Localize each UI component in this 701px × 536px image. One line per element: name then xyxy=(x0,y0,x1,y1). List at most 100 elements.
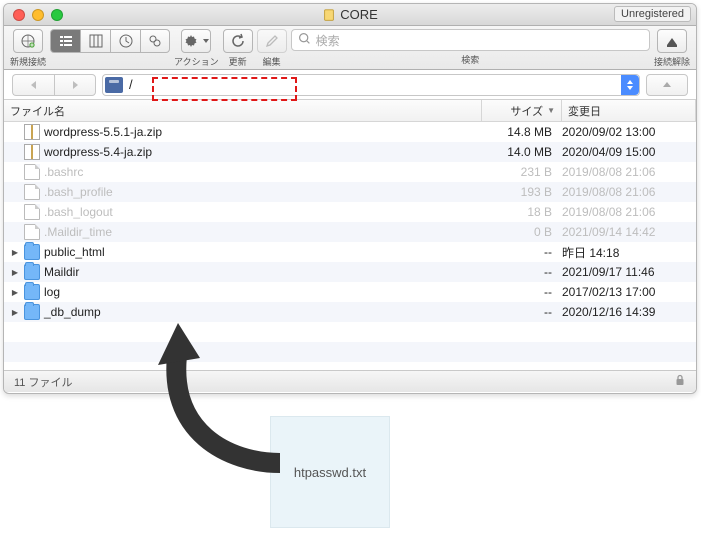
file-icon xyxy=(24,164,40,180)
col-name[interactable]: ファイル名 xyxy=(4,100,482,121)
action-menu-button[interactable] xyxy=(181,29,211,53)
file-row[interactable]: ▶ Maildir--2021/09/17 11:46 xyxy=(4,262,696,282)
disclosure-triangle-icon[interactable]: ▶ xyxy=(10,248,20,257)
file-size: 231 B xyxy=(482,165,562,179)
edit-label: 編集 xyxy=(263,55,281,68)
sort-desc-icon: ▼ xyxy=(547,106,555,115)
file-name: public_html xyxy=(44,245,482,259)
disclosure-triangle-icon[interactable]: ▶ xyxy=(10,308,20,317)
file-row[interactable]: wordpress-5.4-ja.zip14.0 MB2020/04/09 15… xyxy=(4,142,696,162)
file-name: Maildir xyxy=(44,265,482,279)
search-icon xyxy=(298,32,311,48)
file-name: .Maildir_time xyxy=(44,225,482,239)
file-name: .bash_profile xyxy=(44,185,482,199)
file-date: 2017/02/13 17:00 xyxy=(562,285,696,299)
view-list-button[interactable] xyxy=(50,29,80,53)
file-name: wordpress-5.5.1-ja.zip xyxy=(44,125,482,139)
file-size: -- xyxy=(482,245,562,259)
annotation-file-note: htpasswd.txt xyxy=(270,416,390,528)
lock-icon xyxy=(674,374,686,389)
zip-icon xyxy=(24,144,40,160)
file-date: 昨日 14:18 xyxy=(562,244,696,261)
file-row[interactable]: .Maildir_time0 B2021/09/14 14:42 xyxy=(4,222,696,242)
path-field[interactable]: / xyxy=(102,74,640,96)
disclosure-triangle-icon[interactable]: ▶ xyxy=(10,288,20,297)
folder-icon xyxy=(24,284,40,300)
window-title: CORE xyxy=(4,7,696,22)
file-row[interactable]: .bash_profile193 B2019/08/08 21:06 xyxy=(4,182,696,202)
nav-forward-button[interactable] xyxy=(54,74,96,96)
view-history-button[interactable] xyxy=(110,29,140,53)
volume-icon xyxy=(105,77,123,93)
file-date: 2020/12/16 14:39 xyxy=(562,305,696,319)
file-row[interactable]: ▶ _db_dump--2020/12/16 14:39 xyxy=(4,302,696,322)
file-size: 18 B xyxy=(482,205,562,219)
zip-icon xyxy=(24,124,40,140)
new-connection-button[interactable] xyxy=(13,29,43,53)
file-name: .bashrc xyxy=(44,165,482,179)
zoom-window-button[interactable] xyxy=(51,9,63,21)
folder-icon xyxy=(24,304,40,320)
path-bar: / xyxy=(4,70,696,100)
search-input[interactable]: 検索 xyxy=(291,29,650,51)
folder-icon xyxy=(24,244,40,260)
col-size[interactable]: サイズ▼ xyxy=(482,100,562,121)
unregistered-badge: Unregistered xyxy=(614,6,691,22)
nav-up-button[interactable] xyxy=(646,74,688,96)
file-size: 193 B xyxy=(482,185,562,199)
file-date: 2019/08/08 21:06 xyxy=(562,185,696,199)
file-name: _db_dump xyxy=(44,305,482,319)
col-date[interactable]: 変更日 xyxy=(562,100,696,121)
folder-icon xyxy=(24,264,40,280)
column-headers: ファイル名 サイズ▼ 変更日 xyxy=(4,100,696,122)
file-date: 2020/09/02 13:00 xyxy=(562,125,696,139)
file-icon xyxy=(24,204,40,220)
file-date: 2021/09/17 11:46 xyxy=(562,265,696,279)
path-dropdown-icon[interactable] xyxy=(621,75,639,95)
path-value: / xyxy=(129,77,133,92)
disconnect-button[interactable] xyxy=(657,29,687,53)
file-date: 2021/09/14 14:42 xyxy=(562,225,696,239)
file-size: 0 B xyxy=(482,225,562,239)
note-filename: htpasswd.txt xyxy=(294,465,366,480)
file-size: -- xyxy=(482,265,562,279)
refresh-label: 更新 xyxy=(229,55,247,68)
file-row[interactable]: ▶ public_html--昨日 14:18 xyxy=(4,242,696,262)
status-count: 11 ファイル xyxy=(14,374,72,390)
file-date: 2020/04/09 15:00 xyxy=(562,145,696,159)
titlebar: CORE Unregistered xyxy=(4,4,696,26)
file-row[interactable]: .bashrc231 B2019/08/08 21:06 xyxy=(4,162,696,182)
view-column-button[interactable] xyxy=(80,29,110,53)
file-size: -- xyxy=(482,305,562,319)
toolbar: 新規接続 アクション xyxy=(4,26,696,70)
nav-back-button[interactable] xyxy=(12,74,54,96)
close-window-button[interactable] xyxy=(13,9,25,21)
app-window: CORE Unregistered 新規接続 xyxy=(3,3,697,394)
edit-button[interactable] xyxy=(257,29,287,53)
search-placeholder: 検索 xyxy=(316,32,340,49)
action-label: アクション xyxy=(174,55,219,68)
file-size: -- xyxy=(482,285,562,299)
new-connection-label: 新規接続 xyxy=(10,55,46,68)
file-list[interactable]: wordpress-5.5.1-ja.zip14.8 MB2020/09/02 … xyxy=(4,122,696,370)
file-size: 14.0 MB xyxy=(482,145,562,159)
file-row[interactable]: ▶ log--2017/02/13 17:00 xyxy=(4,282,696,302)
app-icon xyxy=(322,8,336,22)
file-size: 14.8 MB xyxy=(482,125,562,139)
file-name: wordpress-5.4-ja.zip xyxy=(44,145,482,159)
status-bar: 11 ファイル xyxy=(4,370,696,392)
file-name: .bash_logout xyxy=(44,205,482,219)
file-row[interactable]: .bash_logout18 B2019/08/08 21:06 xyxy=(4,202,696,222)
file-icon xyxy=(24,224,40,240)
empty-row xyxy=(4,322,696,342)
disclosure-triangle-icon[interactable]: ▶ xyxy=(10,268,20,277)
view-sync-button[interactable] xyxy=(140,29,170,53)
file-date: 2019/08/08 21:06 xyxy=(562,205,696,219)
file-icon xyxy=(24,184,40,200)
file-row[interactable]: wordpress-5.5.1-ja.zip14.8 MB2020/09/02 … xyxy=(4,122,696,142)
file-name: log xyxy=(44,285,482,299)
minimize-window-button[interactable] xyxy=(32,9,44,21)
refresh-button[interactable] xyxy=(223,29,253,53)
file-date: 2019/08/08 21:06 xyxy=(562,165,696,179)
disconnect-label: 接続解除 xyxy=(654,55,690,68)
